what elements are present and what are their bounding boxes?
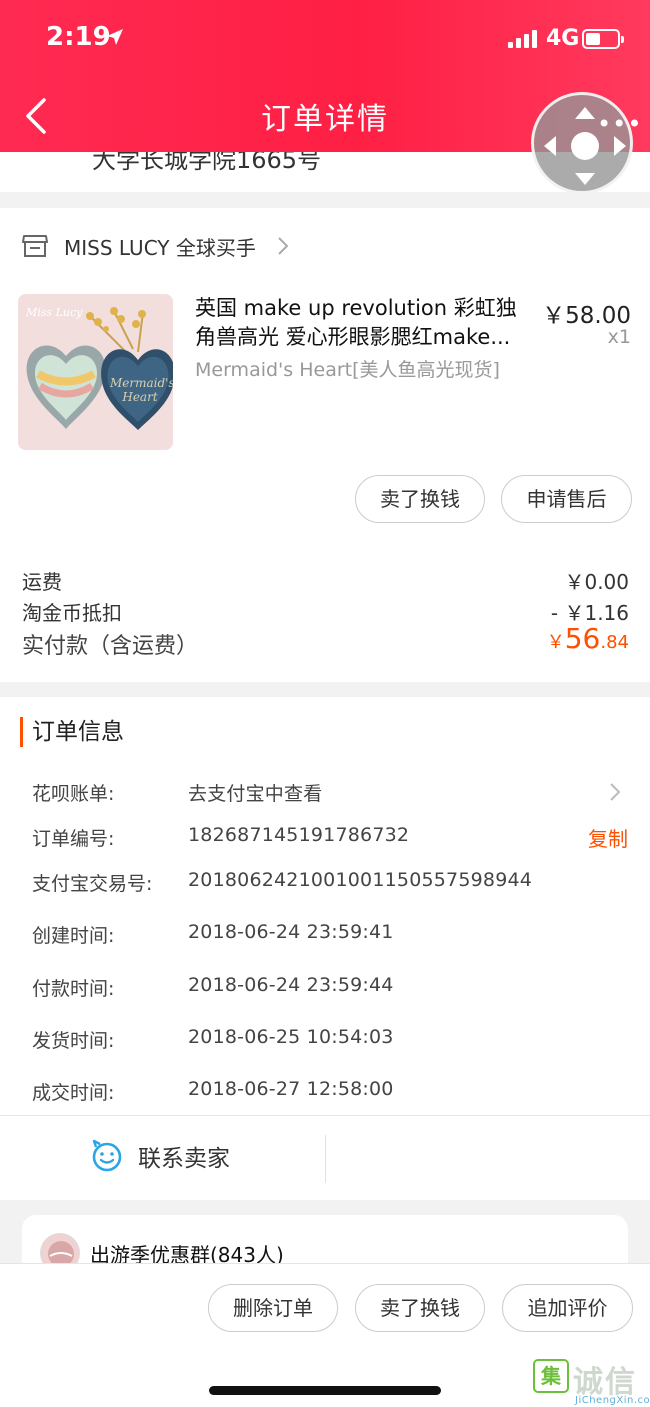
divider bbox=[0, 1115, 650, 1116]
product-image-logo: Miss Lucy bbox=[26, 306, 83, 319]
status-time: 2:19 bbox=[46, 22, 111, 52]
watermark-mark: 集 bbox=[533, 1359, 569, 1393]
smile-chat-icon bbox=[92, 1139, 122, 1172]
order-number: 182687145191786732 bbox=[188, 824, 410, 846]
info-label: 成交时间: bbox=[32, 1082, 115, 1104]
info-label: 发货时间: bbox=[32, 1030, 115, 1052]
info-value: 2018-06-27 12:58:00 bbox=[188, 1078, 394, 1100]
delete-order-button[interactable]: 删除订单 bbox=[208, 1284, 338, 1332]
divider bbox=[325, 1135, 326, 1183]
info-label: 花呗账单: bbox=[32, 783, 115, 805]
product-sku: Mermaid's Heart[美人鱼高光现货] bbox=[195, 359, 500, 381]
total-integer: 56 bbox=[564, 622, 601, 655]
apply-after-sale-button[interactable]: 申请售后 bbox=[501, 475, 632, 523]
shop-icon bbox=[22, 235, 48, 257]
contact-seller-label: 联系卖家 bbox=[138, 1146, 230, 1172]
product-title[interactable]: 英国 make up revolution 彩虹独 角兽高光 爱心形眼影腮红ma… bbox=[195, 294, 535, 352]
total-decimal: .84 bbox=[600, 632, 629, 653]
location-arrow-icon bbox=[107, 29, 123, 45]
order-info-title: 订单信息 bbox=[20, 717, 124, 747]
info-value: 2018-06-25 10:54:03 bbox=[188, 1026, 394, 1048]
order-item-card: MISS LUCY 全球买手 Mermaid's Heart Miss Lucy… bbox=[0, 208, 650, 682]
order-info-section: 订单信息 花呗账单: 去支付宝中查看 订单编号: 182687145191786… bbox=[0, 697, 650, 1200]
home-indicator[interactable] bbox=[209, 1386, 441, 1395]
sell-for-cash-button[interactable]: 卖了换钱 bbox=[355, 1284, 485, 1332]
address-text: 大学长城学院1665号 bbox=[92, 152, 322, 174]
shop-link[interactable]: MISS LUCY 全球买手 bbox=[22, 230, 290, 262]
product-price: ￥58.00 bbox=[542, 303, 631, 329]
contact-seller-button[interactable]: 联系卖家 bbox=[90, 1139, 230, 1173]
coin-discount-label: 淘金币抵扣 bbox=[22, 601, 122, 625]
info-value: 去支付宝中查看 bbox=[188, 783, 323, 805]
watermark-sub: JiChengXin.com bbox=[575, 1395, 650, 1406]
total-label: 实付款（含运费） bbox=[22, 634, 199, 659]
battery-icon bbox=[582, 29, 624, 49]
product-quantity: x1 bbox=[607, 326, 631, 348]
product-image-caption: Mermaid's Heart bbox=[110, 376, 173, 404]
chevron-right-icon bbox=[278, 237, 289, 255]
add-review-button[interactable]: 追加评价 bbox=[502, 1284, 633, 1332]
signal-icon bbox=[508, 30, 537, 48]
copy-order-number-button[interactable]: 复制 bbox=[588, 823, 628, 852]
assistive-touch-icon[interactable] bbox=[531, 92, 633, 194]
info-value: 2018062421001001150557598944 bbox=[188, 869, 533, 891]
shipping-fee-value: ￥0.00 bbox=[564, 570, 629, 594]
total-value: ￥56.84 bbox=[547, 622, 629, 655]
product-title-line2: 角兽高光 爱心形眼影腮红make... bbox=[195, 325, 511, 349]
info-label: 付款时间: bbox=[32, 978, 115, 1000]
info-value: 2018-06-24 23:59:41 bbox=[188, 921, 394, 943]
more-menu-icon[interactable]: ••• bbox=[597, 110, 642, 138]
total-currency: ￥ bbox=[546, 632, 565, 653]
sell-for-cash-button[interactable]: 卖了换钱 bbox=[355, 475, 485, 523]
network-type: 4G bbox=[546, 26, 580, 51]
info-value: 2018-06-24 23:59:44 bbox=[188, 974, 394, 996]
shop-name: MISS LUCY 全球买手 bbox=[64, 235, 256, 260]
product-title-line1: 英国 make up revolution 彩虹独 bbox=[195, 296, 517, 320]
info-label: 创建时间: bbox=[32, 925, 115, 947]
info-label: 订单编号: bbox=[32, 828, 115, 850]
info-label: 支付宝交易号: bbox=[32, 873, 153, 895]
chevron-right-icon bbox=[610, 783, 621, 801]
shipping-fee-label: 运费 bbox=[22, 570, 62, 594]
watermark-logo: 集 诚信 JiChengXin.com bbox=[533, 1357, 650, 1407]
product-image[interactable]: Mermaid's Heart Miss Lucy bbox=[18, 294, 173, 450]
